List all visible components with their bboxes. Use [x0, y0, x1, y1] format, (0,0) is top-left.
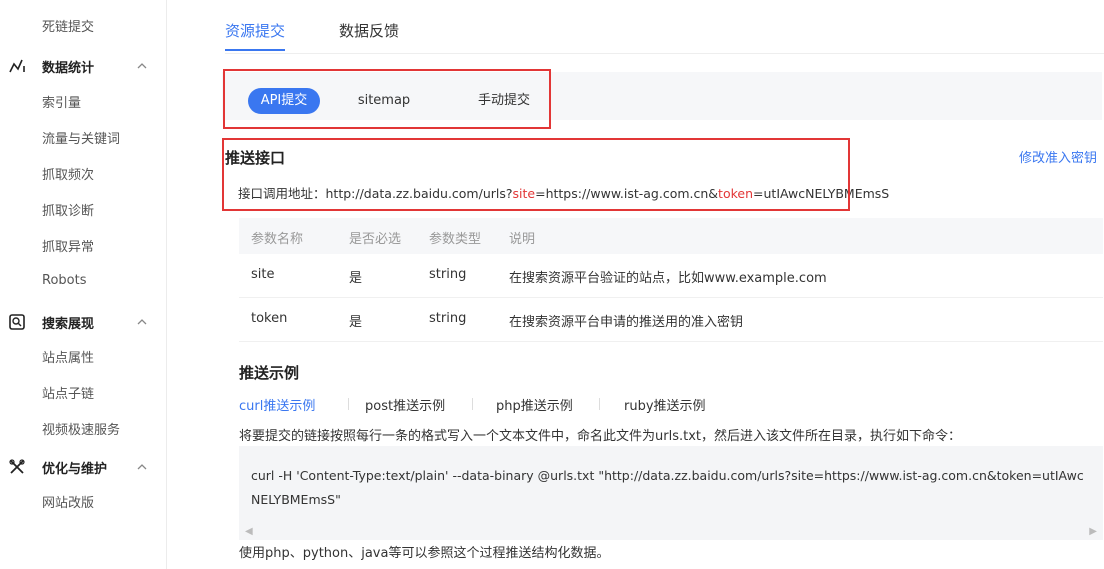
- scroll-left-icon[interactable]: ◀: [245, 526, 253, 537]
- table-header: 参数名称 是否必选 参数类型 说明: [239, 218, 1103, 254]
- tab-data-feedback[interactable]: 数据反馈: [339, 20, 399, 49]
- api-token-key: token: [718, 186, 754, 201]
- subtab-sitemap[interactable]: sitemap: [344, 88, 424, 114]
- tools-icon: [8, 458, 26, 476]
- tab-php-example[interactable]: php推送示例: [496, 395, 573, 414]
- chart-icon: [8, 57, 26, 75]
- push-api-title: 推送接口: [225, 149, 286, 167]
- col-header: 参数名称: [251, 232, 304, 247]
- cell: site: [251, 267, 275, 282]
- footer-note: 使用php、python、java等可以参照这个过程推送结构化数据。: [239, 546, 610, 561]
- code-block: curl -H 'Content-Type:text/plain' --data…: [239, 446, 1103, 540]
- api-token-value: =utIAwcNELYBMEmsS: [753, 186, 890, 201]
- tab-ruby-example[interactable]: ruby推送示例: [624, 395, 706, 414]
- api-site-key: site: [512, 186, 536, 201]
- api-address-prefix: 接口调用地址：http://data.zz.baidu.com/urls?: [238, 186, 513, 201]
- cell: 是: [349, 315, 363, 330]
- subtab-api[interactable]: API提交: [248, 88, 320, 114]
- sidebar-item-crawl-error[interactable]: 抓取异常: [42, 236, 94, 255]
- chevron-up-icon[interactable]: [135, 315, 149, 329]
- sidebar-group-stats[interactable]: 数据统计: [0, 55, 167, 77]
- table-row: token 是 string 在搜索资源平台申请的推送用的准入密钥: [239, 298, 1103, 342]
- scroll-right-icon[interactable]: ▶: [1089, 526, 1097, 537]
- sidebar-item-dead-link[interactable]: 死链提交: [42, 16, 94, 35]
- sidebar-item-sub-links[interactable]: 站点子链: [42, 383, 94, 402]
- chevron-up-icon[interactable]: [135, 460, 149, 474]
- sidebar-item-index[interactable]: 索引量: [42, 92, 81, 111]
- sidebar-item-traffic[interactable]: 流量与关键词: [42, 128, 120, 147]
- cell: string: [429, 311, 467, 326]
- tab-curl-example[interactable]: curl推送示例: [239, 395, 315, 414]
- cell: string: [429, 267, 467, 282]
- sidebar: 死链提交 数据统计 索引量 流量与关键词 抓取频次 抓取诊断 抓取异常 Robo…: [0, 0, 167, 569]
- subtab-manual[interactable]: 手动提交: [464, 88, 544, 114]
- sidebar-group-label: 数据统计: [42, 61, 95, 76]
- tab-bar: 资源提交 数据反馈: [225, 20, 1104, 54]
- tab-separator: [348, 398, 349, 410]
- modify-key-link[interactable]: 修改准入密钥: [1019, 147, 1097, 166]
- cell: token: [251, 311, 288, 326]
- col-header: 参数类型: [429, 232, 482, 247]
- chevron-up-icon[interactable]: [135, 59, 149, 73]
- cell: 在搜索资源平台申请的推送用的准入密钥: [509, 315, 744, 330]
- curl-command: curl -H 'Content-Type:text/plain' --data…: [251, 468, 1084, 507]
- sidebar-group-optimize[interactable]: 优化与维护: [0, 456, 167, 478]
- sidebar-group-label: 搜索展现: [42, 317, 95, 332]
- param-table: 参数名称 是否必选 参数类型 说明 site 是 string 在搜索资源平台验…: [239, 218, 1103, 342]
- tab-separator: [472, 398, 473, 410]
- api-address: 接口调用地址：http://data.zz.baidu.com/urls?sit…: [238, 183, 889, 202]
- sidebar-item-site-props[interactable]: 站点属性: [42, 347, 94, 366]
- search-display-icon: [8, 313, 26, 331]
- col-header: 说明: [509, 232, 536, 247]
- cell: 是: [349, 271, 363, 286]
- tab-separator: [599, 398, 600, 410]
- sidebar-item-robots[interactable]: Robots: [42, 273, 86, 288]
- cell: 在搜索资源平台验证的站点，比如www.example.com: [509, 271, 827, 286]
- sidebar-item-revamp[interactable]: 网站改版: [42, 492, 94, 511]
- col-header: 是否必选: [349, 232, 402, 247]
- sidebar-item-video[interactable]: 视频极速服务: [42, 419, 120, 438]
- tab-resource-submit[interactable]: 资源提交: [225, 20, 286, 51]
- table-row: site 是 string 在搜索资源平台验证的站点，比如www.example…: [239, 254, 1103, 298]
- sidebar-group-search[interactable]: 搜索展现: [0, 311, 167, 333]
- push-example-title: 推送示例: [239, 364, 300, 382]
- sidebar-group-label: 优化与维护: [42, 462, 108, 477]
- api-site-value: =https://www.ist-ag.com.cn&: [535, 186, 719, 201]
- main-content: 资源提交 数据反馈 API提交 sitemap 手动提交 推送接口 修改准入密钥…: [168, 0, 1104, 569]
- example-instruction: 将要提交的链接按照每行一条的格式写入一个文本文件中，命名此文件为urls.txt…: [239, 429, 961, 444]
- sidebar-item-crawl-diag[interactable]: 抓取诊断: [42, 200, 94, 219]
- sidebar-item-crawl-freq[interactable]: 抓取频次: [42, 164, 94, 183]
- tab-post-example[interactable]: post推送示例: [365, 395, 445, 414]
